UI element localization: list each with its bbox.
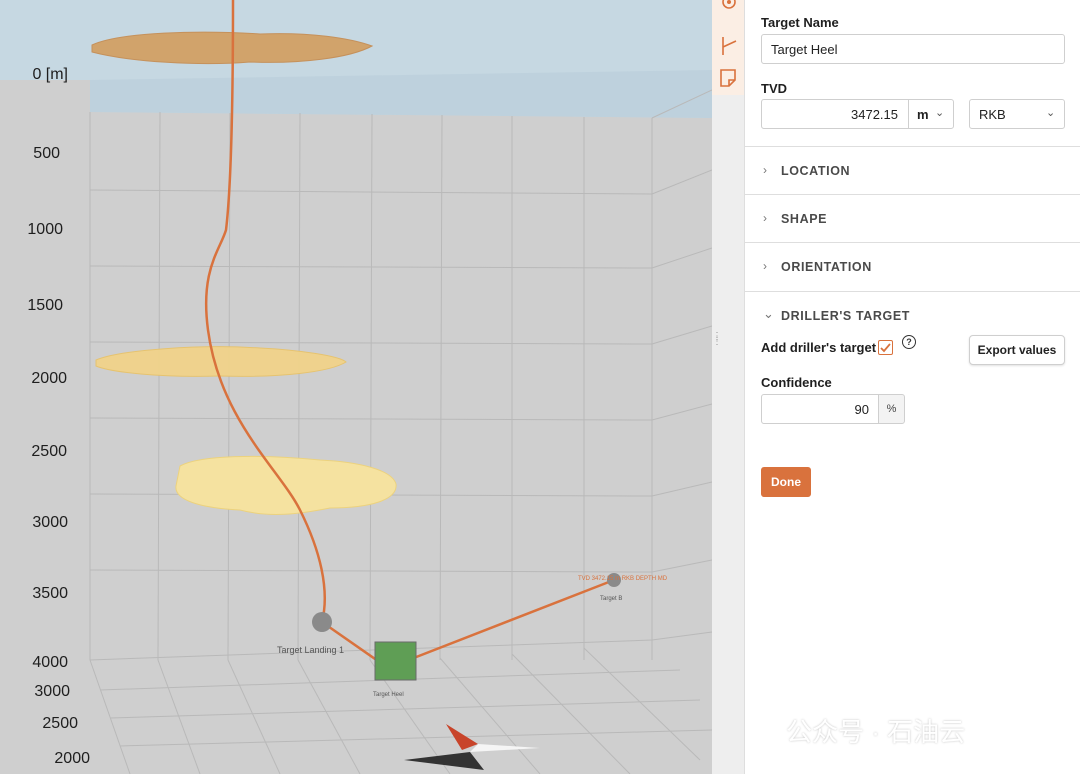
section-shape[interactable]: › SHAPE <box>745 194 1080 242</box>
chevron-down-icon: ⌄ <box>935 107 945 119</box>
section-orientation[interactable]: › ORIENTATION <box>745 242 1080 290</box>
target-b-caption: TVD 3472.15 m RKB DEPTH MD <box>578 576 668 582</box>
help-icon[interactable]: ? <box>902 335 916 349</box>
export-values-button[interactable]: Export values <box>969 335 1065 365</box>
depth-label-0: 0 [m] <box>32 66 68 83</box>
target-name-label: Target Name <box>761 15 839 30</box>
add-drillers-target-checkbox[interactable] <box>878 340 893 355</box>
drag-handle-icon[interactable]: ⋮ ⋮ <box>712 332 722 350</box>
depth-label-2000: 2000 <box>31 370 67 387</box>
depth-label-2500: 2500 <box>31 443 67 460</box>
panel-splitter[interactable] <box>712 95 744 774</box>
section-shape-title: SHAPE <box>781 212 828 226</box>
depth-label-1000: 1000 <box>27 221 63 238</box>
add-drillers-target-label: Add driller's target <box>761 340 877 355</box>
target-landing-label: Target Landing 1 <box>277 645 345 655</box>
target-heel-label: Target Heel <box>373 692 404 698</box>
depth-label-4000: 4000 <box>32 654 68 671</box>
section-drillers-target-title: DRILLER'S TARGET <box>781 309 911 323</box>
target-properties-panel: Target Name TVD m ⌄ RKB ⌄ › LOCATION › S… <box>744 0 1080 774</box>
chevron-right-icon: › <box>763 259 767 273</box>
confidence-input[interactable] <box>761 394 879 424</box>
3d-viewport[interactable]: 0 [m] 500 1000 1500 2000 2500 3000 3500 … <box>0 0 712 774</box>
section-orientation-title: ORIENTATION <box>781 260 872 274</box>
chevron-right-icon: › <box>763 163 767 177</box>
formation-middle <box>95 346 347 377</box>
confidence-label: Confidence <box>761 375 832 390</box>
depth-label-3500: 3500 <box>32 585 68 602</box>
north-label-2000: 2000 <box>54 750 90 767</box>
north-label-2500: 2500 <box>42 715 78 732</box>
note-button[interactable] <box>712 62 744 92</box>
target-b-label: Target B <box>600 596 623 602</box>
chevron-down-icon: ⌄ <box>1046 107 1056 119</box>
done-button[interactable]: Done <box>761 467 811 497</box>
depth-label-1500: 1500 <box>27 297 63 314</box>
tvd-label: TVD <box>761 81 787 96</box>
map-pin-button[interactable] <box>712 0 744 30</box>
section-location-title: LOCATION <box>781 164 851 178</box>
tvd-reference-select[interactable]: RKB ⌄ <box>969 99 1065 129</box>
checkmark-icon <box>880 343 891 353</box>
chevron-right-icon: › <box>763 211 767 225</box>
section-location[interactable]: › LOCATION <box>745 146 1080 194</box>
target-name-input[interactable] <box>761 34 1065 64</box>
tvd-unit-select[interactable]: m ⌄ <box>908 99 954 129</box>
viewport-toolbar <box>712 0 744 95</box>
formation-lower <box>175 455 397 515</box>
trajectory-icon <box>722 37 737 55</box>
compass-icon <box>404 724 540 770</box>
watermark: 公众号 · 石油云 <box>786 717 966 747</box>
section-drillers-target[interactable]: ⌄ DRILLER'S TARGET <box>745 291 1080 339</box>
tvd-input[interactable] <box>761 99 909 129</box>
note-icon <box>720 69 736 87</box>
confidence-unit: % <box>878 394 905 424</box>
tvd-unit-value: m <box>917 107 929 122</box>
depth-label-500: 500 <box>33 145 60 162</box>
target-landing-marker[interactable] <box>312 612 332 632</box>
map-pin-icon <box>722 0 736 9</box>
target-heel-marker[interactable] <box>374 641 417 681</box>
trajectory-button[interactable] <box>712 31 744 61</box>
north-label-3000: 3000 <box>34 683 70 700</box>
chevron-down-icon: ⌄ <box>763 306 774 321</box>
tvd-reference-value: RKB <box>979 107 1006 122</box>
well-scene <box>0 0 712 774</box>
depth-label-3000: 3000 <box>32 514 68 531</box>
